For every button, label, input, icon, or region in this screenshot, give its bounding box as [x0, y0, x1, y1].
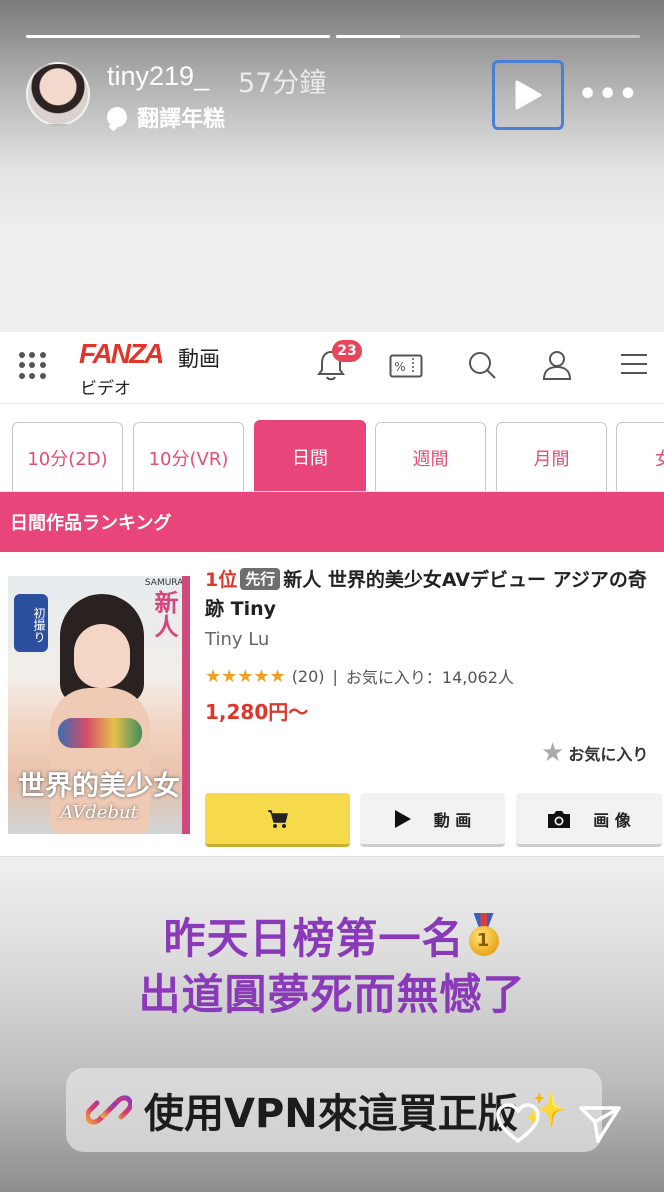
tab-daily[interactable]: 日間	[254, 420, 366, 491]
cover-sub-text: AVdebut	[60, 802, 138, 823]
tab-10min-2d[interactable]: 10分(2D)	[12, 422, 123, 491]
image-button-label: 画 像	[593, 810, 631, 830]
post-time: 57分鐘	[238, 68, 327, 99]
product-title-line[interactable]: 1位 先行 新人 世界的美少女AVデビュー アジアの奇跡 Tiny	[205, 566, 660, 624]
play-button[interactable]	[492, 60, 564, 130]
image-button[interactable]: 画 像	[516, 793, 662, 847]
more-options-button[interactable]: •••	[578, 80, 639, 110]
link-sticker-text: 使用VPN來這買正版	[144, 1091, 518, 1137]
avatar[interactable]	[26, 62, 90, 126]
grid-menu-icon[interactable]	[19, 352, 46, 379]
rating-row: ★★★★★ (20) | お気に入り：14,062人	[205, 664, 514, 688]
service-subtitle: ビデオ	[80, 379, 131, 399]
add-to-cart-button[interactable]	[205, 793, 350, 847]
svg-text:%: %	[394, 360, 405, 374]
favorite-label: お気に入り	[568, 745, 649, 764]
fanza-header: FANZA 動画 ビデオ 23 %	[0, 332, 664, 404]
fanza-screenshot: FANZA 動画 ビデオ 23 % 10分(2D) 10分(VR) 日間 週間 …	[0, 332, 664, 857]
cover-side-text: 新人	[150, 590, 178, 638]
caption-line-1: 昨天日榜第一名 1	[0, 905, 664, 966]
link-icon	[86, 1095, 132, 1125]
ranking-tabs: 10分(2D) 10分(VR) 日間 週間 月間 女	[0, 420, 664, 492]
coupon-icon[interactable]: %	[389, 354, 423, 378]
favorite-button[interactable]: ★ お気に入り	[541, 738, 648, 768]
cover-badge: 初撮り	[14, 594, 48, 652]
progress-segment-1	[26, 35, 330, 38]
service-label: 動画	[178, 347, 220, 371]
story-progress	[26, 35, 640, 38]
translate-label: 翻譯年糕	[137, 107, 226, 132]
tab-female[interactable]: 女	[616, 422, 664, 491]
speech-bubble-icon	[107, 107, 127, 127]
heart-icon[interactable]	[495, 1102, 541, 1144]
actress-link[interactable]: Tiny Lu	[205, 629, 269, 650]
favorites-count: お気に入り：14,062人	[345, 668, 514, 687]
tab-10min-vr[interactable]: 10分(VR)	[133, 422, 244, 491]
product-price: 1,280円〜	[205, 700, 309, 724]
review-count[interactable]: (20)	[292, 667, 325, 686]
fanza-logo[interactable]: FANZA	[79, 338, 164, 370]
send-icon[interactable]	[578, 1104, 622, 1144]
movie-button[interactable]: 動 画	[360, 793, 505, 847]
caption-line-1-text: 昨天日榜第一名	[163, 914, 465, 963]
tab-monthly[interactable]: 月間	[496, 422, 607, 491]
camera-icon	[548, 810, 571, 828]
progress-segment-2	[336, 35, 640, 38]
ranking-title-bar: 日間作品ランキング	[0, 492, 664, 552]
preorder-tag: 先行	[240, 568, 281, 590]
star-rating-icon: ★★★★★	[205, 665, 286, 687]
cart-icon	[267, 809, 288, 828]
cover-main-text: 世界的美少女	[18, 771, 180, 802]
gold-medal-icon: 1	[467, 913, 501, 957]
tab-weekly[interactable]: 週間	[375, 422, 486, 491]
caption-line-2: 出道圓夢死而無憾了	[138, 970, 526, 1019]
search-icon[interactable]	[467, 350, 497, 380]
rating-separator: |	[332, 666, 338, 686]
product-cover-image[interactable]: 初撮り 新人 SAMURAI 世界的美少女 AVdebut	[8, 576, 190, 834]
notification-badge: 23	[332, 340, 362, 362]
star-icon: ★	[541, 738, 565, 768]
username[interactable]: tiny219_	[107, 61, 209, 92]
hamburger-menu-icon[interactable]	[620, 353, 648, 375]
rank-number: 1位	[205, 569, 238, 591]
cover-brand: SAMURAI	[144, 578, 186, 588]
user-icon[interactable]	[541, 349, 573, 381]
play-icon	[515, 80, 542, 110]
play-icon	[394, 809, 411, 828]
product-card[interactable]: 初撮り 新人 SAMURAI 世界的美少女 AVdebut 1位 先行 新人 世界的…	[0, 552, 664, 857]
translate-row[interactable]: 翻譯年糕	[107, 101, 225, 133]
movie-button-label: 動 画	[433, 810, 472, 830]
